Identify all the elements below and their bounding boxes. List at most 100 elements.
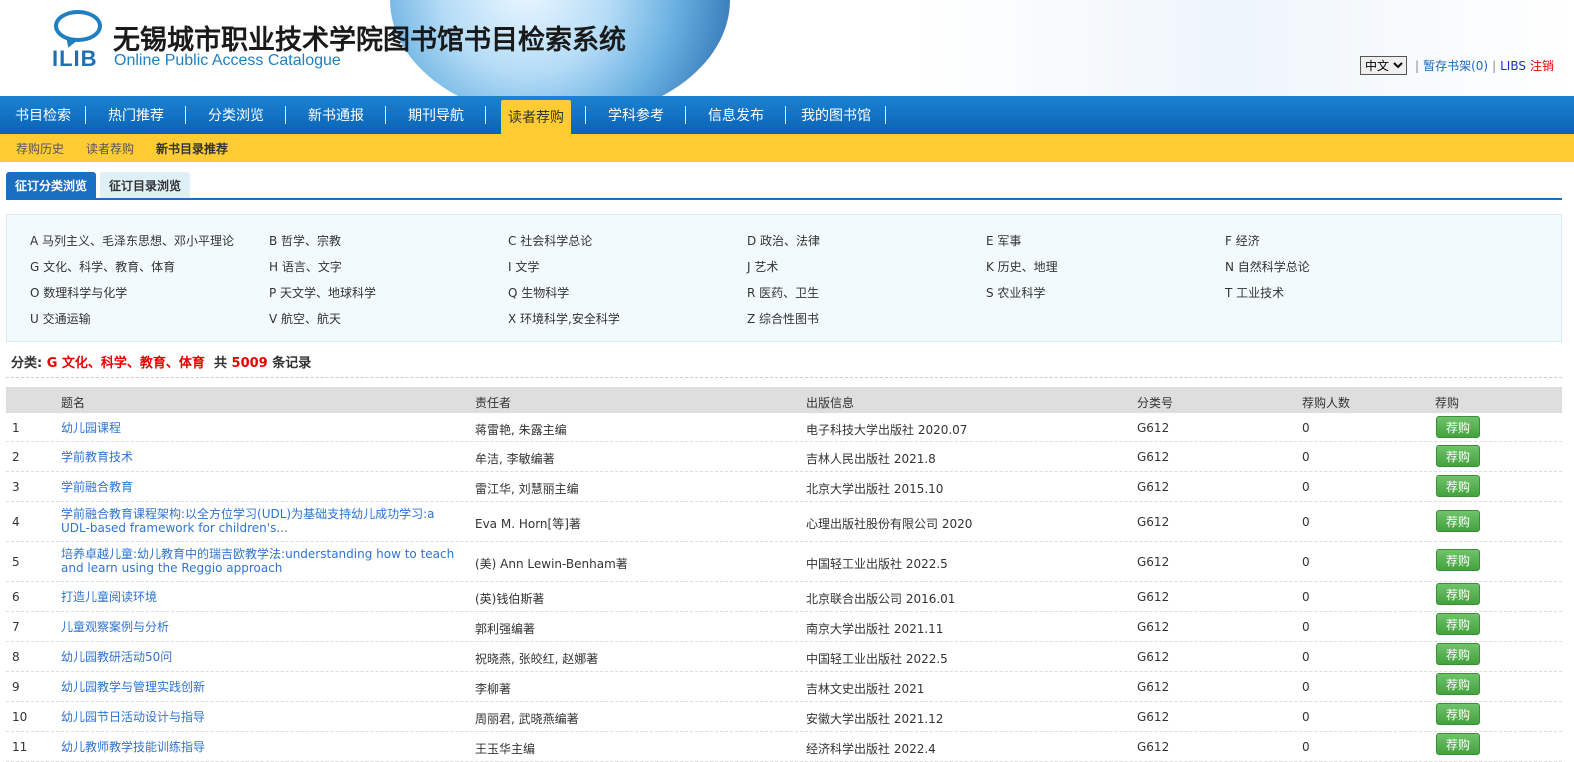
book-publish: 北京联合出版公司 2016.01 <box>806 592 956 606</box>
book-title-link[interactable]: 学前融合教育 <box>61 480 133 494</box>
nav-item-classify[interactable]: 分类浏览 <box>186 96 286 134</box>
nav-item-newbooks[interactable]: 新书通报 <box>286 96 386 134</box>
recommend-button[interactable]: 荐购 <box>1436 733 1480 755</box>
book-title-link[interactable]: 幼儿园课程 <box>61 421 121 435</box>
header-publish: 出版信息 <box>806 396 855 410</box>
category-link[interactable]: P 天文学、地球科学 <box>269 284 376 301</box>
subnav-history[interactable]: 荐购历史 <box>16 140 64 157</box>
nav-item-mylibrary[interactable]: 我的图书馆 <box>786 96 886 134</box>
nav-item-recommend[interactable]: 读者荐购 <box>486 96 586 134</box>
category-link[interactable]: G 文化、科学、教育、体育 <box>30 258 175 275</box>
subnav-catalog-recommend[interactable]: 新书目录推荐 <box>156 140 228 157</box>
table-row: 8 幼儿园教研活动50问 祝晓燕, 张皎红, 赵娜著 中国轻工业出版社 2022… <box>6 642 1562 672</box>
book-title-link[interactable]: 培养卓越儿童:幼儿教育中的瑞吉欧教学法:understanding how to… <box>61 547 465 575</box>
nav-item-journals[interactable]: 期刊导航 <box>386 96 486 134</box>
logout-link[interactable]: 注销 <box>1530 57 1554 74</box>
book-title-link[interactable]: 儿童观察案例与分析 <box>61 620 169 634</box>
table-row: 7 儿童观察案例与分析 郭利强编著 南京大学出版社 2021.11 G612 0… <box>6 612 1562 642</box>
category-link[interactable]: T 工业技术 <box>1225 284 1284 301</box>
nav-label: 分类浏览 <box>208 108 264 124</box>
recommend-button[interactable]: 荐购 <box>1436 613 1480 635</box>
recommend-button[interactable]: 荐购 <box>1436 475 1480 497</box>
book-class: G612 <box>1137 555 1170 569</box>
book-publish: 南京大学出版社 2021.11 <box>806 622 944 636</box>
category-link[interactable]: D 政治、法律 <box>747 232 820 249</box>
nav-label: 热门推荐 <box>108 108 164 124</box>
tab-category-browse[interactable]: 征订分类浏览 <box>6 172 97 198</box>
book-title-link[interactable]: 幼儿园节日活动设计与指导 <box>61 710 205 724</box>
header-recommend: 荐购 <box>1435 396 1460 410</box>
category-link[interactable]: K 历史、地理 <box>986 258 1058 275</box>
libs-link[interactable]: LIBS <box>1500 59 1526 73</box>
category-link[interactable]: H 语言、文字 <box>269 258 342 275</box>
category-link[interactable]: N 自然科学总论 <box>1225 258 1310 275</box>
category-link[interactable]: I 文学 <box>508 258 539 275</box>
book-title-link[interactable]: 幼儿教师教学技能训练指导 <box>61 740 205 754</box>
row-number: 9 <box>12 680 20 694</box>
category-link[interactable]: J 艺术 <box>747 258 778 275</box>
category-grid: A 马列主义、毛泽东思想、邓小平理论 B 哲学、宗教 C 社会科学总论 D 政治… <box>6 214 1562 342</box>
recommend-button[interactable]: 荐购 <box>1436 510 1480 532</box>
separator: | <box>1492 58 1497 73</box>
category-link[interactable]: S 农业科学 <box>986 284 1045 301</box>
recommend-count: 0 <box>1302 680 1310 694</box>
category-link[interactable]: A 马列主义、毛泽东思想、邓小平理论 <box>30 232 234 249</box>
summary-count: 5009 <box>231 356 268 371</box>
book-title-link[interactable]: 学前教育技术 <box>61 450 133 464</box>
book-title-link[interactable]: 幼儿园教研活动50问 <box>61 650 172 664</box>
category-link[interactable]: X 环境科学,安全科学 <box>508 310 620 327</box>
table-header: 题名 责任者 出版信息 分类号 荐购人数 荐购 <box>6 387 1562 413</box>
recommend-button[interactable]: 荐购 <box>1436 549 1480 571</box>
category-link[interactable]: Z 综合性图书 <box>747 310 819 327</box>
row-number: 11 <box>12 740 28 754</box>
recommend-count: 0 <box>1302 740 1310 754</box>
recommend-button[interactable]: 荐购 <box>1436 445 1480 467</box>
category-link[interactable]: V 航空、航天 <box>269 310 341 327</box>
tab-catalog-browse[interactable]: 征订目录浏览 <box>100 172 191 198</box>
book-class: G612 <box>1137 710 1170 724</box>
top-links: 中文 | 暂存书架(0) | LIBS 注销 <box>1360 56 1554 75</box>
book-title-link[interactable]: 学前融合教育课程架构:以全方位学习(UDL)为基础支持幼儿成功学习:a UDL-… <box>61 507 465 535</box>
category-link[interactable]: U 交通运输 <box>30 310 91 327</box>
book-author: 雷江华, 刘慧丽主编 <box>475 482 579 496</box>
category-link[interactable]: Q 生物科学 <box>508 284 569 301</box>
header-title: 题名 <box>61 396 86 410</box>
nav-item-hot[interactable]: 热门推荐 <box>86 96 186 134</box>
book-author: 周丽君, 武晓燕编著 <box>475 712 579 726</box>
category-link[interactable]: R 医药、卫生 <box>747 284 819 301</box>
table-row: 4 学前融合教育课程架构:以全方位学习(UDL)为基础支持幼儿成功学习:a UD… <box>6 502 1562 542</box>
category-link[interactable]: C 社会科学总论 <box>508 232 592 249</box>
table-row: 2 学前教育技术 牟洁, 李敏编著 吉林人民出版社 2021.8 G612 0 … <box>6 442 1562 472</box>
shelf-link[interactable]: 暂存书架(0) <box>1423 57 1488 74</box>
recommend-button[interactable]: 荐购 <box>1436 643 1480 665</box>
recommend-button[interactable]: 荐购 <box>1436 673 1480 695</box>
category-link[interactable]: O 数理科学与化学 <box>30 284 127 301</box>
category-link[interactable]: B 哲学、宗教 <box>269 232 341 249</box>
book-publish: 电子科技大学出版社 2020.07 <box>806 423 968 437</box>
book-class: G612 <box>1137 650 1170 664</box>
row-number: 8 <box>12 650 20 664</box>
category-link[interactable]: E 军事 <box>986 232 1021 249</box>
nav-item-news[interactable]: 信息发布 <box>686 96 786 134</box>
table-row: 6 打造儿童阅读环境 (英)钱伯斯著 北京联合出版公司 2016.01 G612… <box>6 582 1562 612</box>
recommend-count: 0 <box>1302 650 1310 664</box>
nav-label: 书目检索 <box>15 108 71 124</box>
book-title-link[interactable]: 打造儿童阅读环境 <box>61 590 157 604</box>
book-class: G612 <box>1137 620 1170 634</box>
nav-item-subject[interactable]: 学科参考 <box>586 96 686 134</box>
recommend-button[interactable]: 荐购 <box>1436 583 1480 605</box>
nav-item-search[interactable]: 书目检索 <box>0 96 86 134</box>
recommend-count: 0 <box>1302 620 1310 634</box>
category-link[interactable]: F 经济 <box>1225 232 1260 249</box>
table-row: 5 培养卓越儿童:幼儿教育中的瑞吉欧教学法:understanding how … <box>6 542 1562 582</box>
summary-suffix: 条记录 <box>272 356 312 371</box>
language-select[interactable]: 中文 <box>1360 56 1408 75</box>
header-class: 分类号 <box>1137 396 1174 410</box>
recommend-button[interactable]: 荐购 <box>1436 703 1480 725</box>
recommend-count: 0 <box>1302 515 1310 529</box>
book-title-link[interactable]: 幼儿园教学与管理实践创新 <box>61 680 205 694</box>
book-author: 祝晓燕, 张皎红, 赵娜著 <box>475 652 599 666</box>
subnav-reader-recommend[interactable]: 读者荐购 <box>86 140 134 157</box>
book-class: G612 <box>1137 450 1170 464</box>
recommend-button[interactable]: 荐购 <box>1436 416 1480 438</box>
